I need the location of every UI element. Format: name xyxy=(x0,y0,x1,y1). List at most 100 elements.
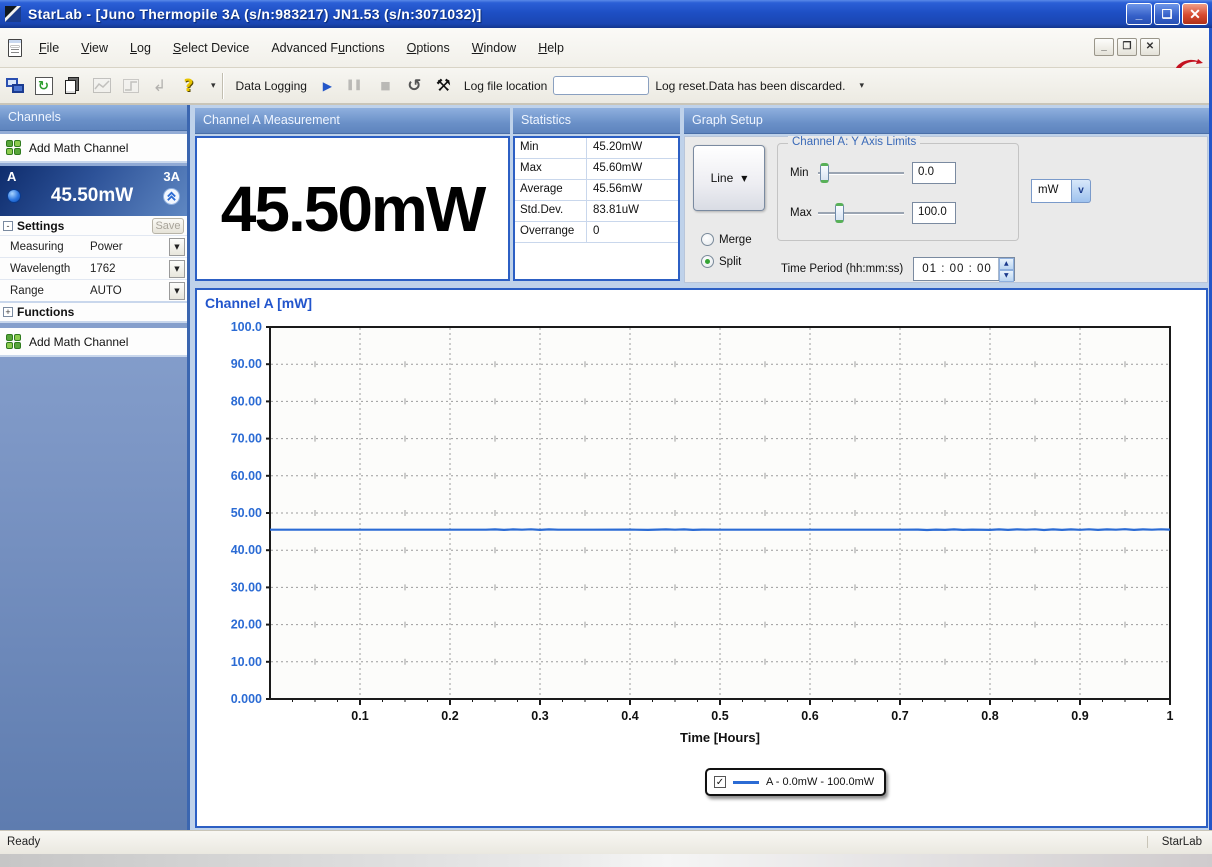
stat-row-min: Min45.20mW xyxy=(515,138,678,159)
status-ready: Ready xyxy=(7,836,40,848)
close-button[interactable]: ✕ xyxy=(1182,3,1208,25)
max-slider[interactable] xyxy=(818,203,904,223)
jump-arrow-icon: ↲ xyxy=(153,76,166,95)
jump-button: ↲ xyxy=(146,73,173,99)
log-play-button[interactable]: ▶ xyxy=(314,73,341,99)
svg-text:100.0: 100.0 xyxy=(231,320,262,334)
math-channel-icon xyxy=(6,334,21,349)
merge-radio[interactable]: Merge xyxy=(701,233,752,246)
svg-text:0.000: 0.000 xyxy=(231,692,262,706)
stat-row-overrange: Overrange0 xyxy=(515,222,678,243)
range-dropdown-button[interactable]: ▼ xyxy=(169,282,185,300)
graph-icon xyxy=(93,78,111,93)
graph-setup-header: Graph Setup xyxy=(684,108,1212,134)
collapse-channel-button[interactable] xyxy=(163,188,180,205)
svg-text:0.9: 0.9 xyxy=(1071,709,1088,723)
mdi-minimize-button[interactable]: _ xyxy=(1094,38,1114,56)
legend-checkbox[interactable]: ✓ xyxy=(714,776,726,788)
play-icon: ▶ xyxy=(323,79,332,93)
statistics-panel: Min45.20mW Max45.60mW Average45.56mW Std… xyxy=(513,136,680,281)
window-title: StarLab - [Juno Thermopile 3A (s/n:98321… xyxy=(28,6,482,22)
svg-text:70.00: 70.00 xyxy=(231,432,262,446)
y-axis-limits-group: Channel A: Y Axis Limits Min 0.0 Max 100… xyxy=(777,143,1019,241)
refresh-button[interactable]: ↻ xyxy=(30,73,57,99)
wavelength-row: Wavelength 1762 ▼ xyxy=(0,257,187,279)
menu-log[interactable]: Log xyxy=(121,38,160,58)
menu-bar: File View Log Select Device Advanced Fun… xyxy=(0,28,1212,68)
menu-advanced-functions[interactable]: Advanced Functions xyxy=(262,38,393,58)
time-period-spinbox[interactable]: 01 : 00 : 00 ▲ ▼ xyxy=(913,257,1015,281)
add-math-channel-button[interactable]: Add Math Channel xyxy=(0,134,187,163)
minimize-button[interactable]: _ xyxy=(1126,3,1152,25)
menu-select-device[interactable]: Select Device xyxy=(164,38,258,58)
measurement-panel: 45.50mW xyxy=(195,136,510,281)
status-bar: Ready StarLab xyxy=(0,830,1212,854)
save-button[interactable]: Save xyxy=(152,218,184,234)
mdi-close-button[interactable]: ✕ xyxy=(1140,38,1160,56)
svg-text:0.4: 0.4 xyxy=(621,709,638,723)
min-label: Min xyxy=(790,167,818,179)
menu-view[interactable]: View xyxy=(72,38,117,58)
merge-radio-icon xyxy=(701,233,714,246)
log-reset-button[interactable]: ↺ xyxy=(401,73,428,99)
toolbar-separator xyxy=(222,73,224,99)
graph-view-button xyxy=(88,73,115,99)
copy-screens-icon xyxy=(6,78,24,94)
svg-text:1: 1 xyxy=(1167,709,1174,723)
collapse-settings-icon[interactable]: - xyxy=(3,221,13,231)
channel-name: A xyxy=(7,169,16,184)
max-value-input[interactable]: 100.0 xyxy=(912,202,956,224)
svg-text:0.6: 0.6 xyxy=(801,709,818,723)
channel-value: 45.50mW xyxy=(21,185,163,207)
spin-up-icon[interactable]: ▲ xyxy=(999,258,1014,270)
tools-icon: ⚒ xyxy=(436,76,451,96)
chart-plot[interactable]: 100.090.0080.0070.0060.0050.0040.0030.00… xyxy=(197,290,1206,826)
chart-panel: Channel A [mW] 100.090.0080.0070.0060.00… xyxy=(195,288,1208,828)
channel-led-icon xyxy=(7,189,21,203)
min-value-input[interactable]: 0.0 xyxy=(912,162,956,184)
min-slider[interactable] xyxy=(818,163,904,183)
log-settings-button[interactable]: ⚒ xyxy=(430,73,457,99)
graph-type-dropdown[interactable]: Line ▼ xyxy=(693,145,765,211)
add-math-channel-button-2[interactable]: Add Math Channel xyxy=(0,328,187,357)
spin-down-icon[interactable]: ▼ xyxy=(999,270,1014,282)
toolbar-overflow-icon[interactable]: ▾ xyxy=(211,81,216,91)
measurement-value: 45.50mW xyxy=(221,172,484,246)
title-bar[interactable]: StarLab - [Juno Thermopile 3A (s/n:98321… xyxy=(0,0,1212,28)
expand-functions-icon: + xyxy=(3,307,13,317)
log-stop-button: ■ xyxy=(372,73,399,99)
menu-window[interactable]: Window xyxy=(463,38,525,58)
channels-sidebar: Channels Add Math Channel A 3A 45.50mW xyxy=(0,105,190,830)
channel-a-item[interactable]: A 3A 45.50mW xyxy=(0,166,187,216)
measurement-header: Channel A Measurement xyxy=(195,108,510,134)
step-function-icon xyxy=(123,79,139,93)
wavelength-dropdown-button[interactable]: ▼ xyxy=(169,260,185,278)
svg-text:0.2: 0.2 xyxy=(441,709,458,723)
refresh-icon: ↻ xyxy=(35,77,53,95)
measuring-dropdown-button[interactable]: ▼ xyxy=(169,238,185,256)
logging-overflow-icon[interactable]: ▾ xyxy=(859,81,864,91)
units-combo[interactable]: mW v xyxy=(1031,179,1091,203)
units-dropdown-button[interactable]: v xyxy=(1072,179,1091,203)
y-axis-limits-title: Channel A: Y Axis Limits xyxy=(788,136,920,148)
split-radio-icon xyxy=(701,255,714,268)
log-status-message: Log reset.Data has been discarded. xyxy=(655,79,845,93)
menu-options[interactable]: Options xyxy=(398,38,459,58)
taskbar-strip xyxy=(0,854,1212,867)
log-file-location-input[interactable] xyxy=(553,76,649,95)
mdi-restore-button[interactable]: ❐ xyxy=(1117,38,1137,56)
notes-button[interactable] xyxy=(59,73,86,99)
help-button[interactable]: ? xyxy=(175,73,202,99)
copy-screens-button[interactable] xyxy=(1,73,28,99)
notes-icon xyxy=(65,77,80,94)
split-radio[interactable]: Split xyxy=(701,255,741,268)
menu-file[interactable]: File xyxy=(30,38,68,58)
channels-header: Channels xyxy=(0,105,187,131)
time-period-value: 01 : 00 : 00 xyxy=(914,258,998,280)
menu-help[interactable]: Help xyxy=(529,38,573,58)
step-function-button xyxy=(117,73,144,99)
stop-icon: ■ xyxy=(380,79,390,92)
restore-button[interactable]: ❏ xyxy=(1154,3,1180,25)
chart-legend: ✓ A - 0.0mW - 100.0mW xyxy=(705,768,886,796)
functions-section-toggle[interactable]: + Functions xyxy=(0,301,187,321)
